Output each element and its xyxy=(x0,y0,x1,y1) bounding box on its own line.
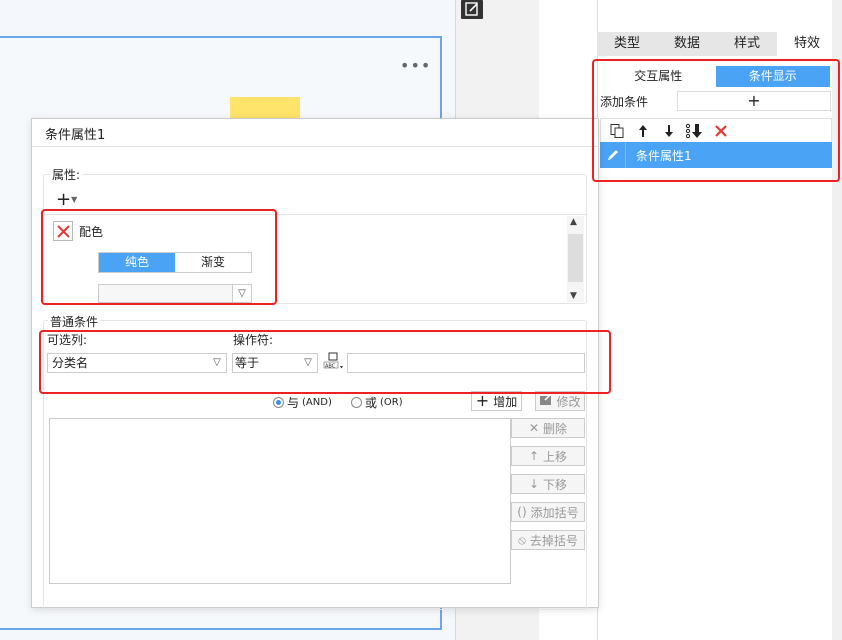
remove-parenthesis-icon: ⦸ xyxy=(518,532,526,547)
tab-style[interactable]: 样式 xyxy=(717,32,777,56)
arrow-up-icon: ↑ xyxy=(528,449,540,463)
caret-down-icon: ▼ xyxy=(71,195,78,204)
plus-icon: + xyxy=(56,189,72,210)
or-option[interactable]: 或 (OR) xyxy=(351,394,403,411)
or-label: 或 xyxy=(365,396,378,410)
property-list-scrollbar[interactable]: ▲ ▼ xyxy=(567,216,584,302)
modify-button-label: 修改 xyxy=(556,394,581,409)
add-button[interactable]: + 增加 xyxy=(471,391,522,411)
move-up-button[interactable]: ↑ 上移 xyxy=(511,446,585,466)
highlight-box-condition xyxy=(39,330,611,394)
and-label: 与 xyxy=(287,396,300,410)
tab-effects[interactable]: 特效 xyxy=(777,32,837,56)
and-option[interactable]: 与 (AND) xyxy=(273,394,332,411)
remove-paren-label: 去掉括号 xyxy=(529,533,578,548)
arrow-down-icon: ↓ xyxy=(528,477,540,491)
condition-expression-list[interactable] xyxy=(49,418,511,584)
more-dots-icon[interactable]: ••• xyxy=(400,56,431,75)
close-icon: ✕ xyxy=(528,421,540,435)
delete-button[interactable]: ✕ 删除 xyxy=(511,418,585,438)
scroll-thumb[interactable] xyxy=(568,234,583,282)
add-button-label: 增加 xyxy=(493,394,518,409)
or-radio[interactable] xyxy=(351,397,362,408)
modify-icon xyxy=(539,393,552,409)
add-paren-label: 添加括号 xyxy=(530,505,579,520)
or-suffix: (OR) xyxy=(380,397,403,408)
delete-button-label: 删除 xyxy=(543,421,568,436)
and-suffix: (AND) xyxy=(302,397,332,408)
modify-button[interactable]: 修改 xyxy=(535,391,585,411)
tab-data[interactable]: 数据 xyxy=(657,32,717,56)
move-down-button[interactable]: ↓ 下移 xyxy=(511,474,585,494)
plus-icon: + xyxy=(475,391,490,410)
and-radio[interactable] xyxy=(273,397,284,408)
dialog-title: 条件属性1 xyxy=(45,128,106,143)
remove-parenthesis-button[interactable]: ⦸ 去掉括号 xyxy=(511,530,585,550)
move-up-button-label: 上移 xyxy=(543,449,568,464)
scroll-down-icon[interactable]: ▼ xyxy=(570,291,577,301)
yellow-cell xyxy=(230,97,300,119)
dialog-title-divider xyxy=(32,146,598,147)
tab-type[interactable]: 类型 xyxy=(597,32,657,56)
common-condition-label: 普通条件 xyxy=(48,313,101,330)
scroll-up-icon[interactable]: ▲ xyxy=(570,217,577,227)
right-panel-tabs: 类型 数据 样式 特效 xyxy=(597,32,837,56)
add-property-button[interactable]: +▼ xyxy=(56,191,84,211)
move-down-button-label: 下移 xyxy=(543,477,568,492)
properties-label: 属性: xyxy=(50,166,83,183)
highlight-box-right-panel xyxy=(592,59,840,182)
highlight-box-color xyxy=(41,209,277,305)
parenthesis-icon: () xyxy=(517,505,527,519)
add-parenthesis-button[interactable]: () 添加括号 xyxy=(511,502,585,522)
edit-icon[interactable] xyxy=(461,0,483,19)
